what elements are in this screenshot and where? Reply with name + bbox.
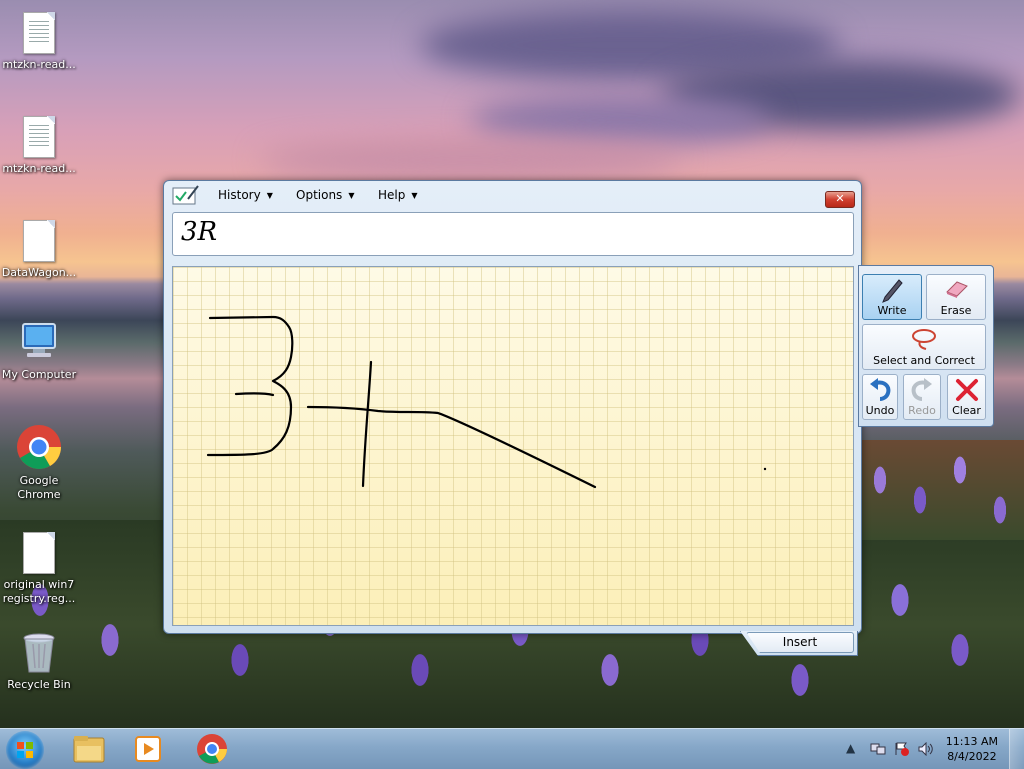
desktop-icon-label: My Computer xyxy=(1,368,77,381)
redo-label: Redo xyxy=(908,404,936,417)
menu-history[interactable]: History ▼ xyxy=(218,188,273,202)
desktop-icon-file-1[interactable]: mtzkn-read... xyxy=(0,12,78,72)
select-correct-label: Select and Correct xyxy=(873,354,975,367)
menu-options[interactable]: Options ▼ xyxy=(296,188,354,202)
clear-button[interactable]: Clear xyxy=(947,374,986,420)
select-correct-button[interactable]: Select and Correct xyxy=(862,324,986,370)
file-explorer-icon xyxy=(73,736,105,763)
desktop-icon-recycle-bin[interactable]: Recycle Bin xyxy=(0,632,78,692)
recognized-expression: 3R xyxy=(181,217,218,247)
redo-button[interactable]: Redo xyxy=(903,374,941,420)
desktop-icon-file-2[interactable]: mtzkn-read... xyxy=(0,116,78,176)
recognition-preview: 3R xyxy=(172,212,854,256)
tool-panel: Write Erase Select and Correct Undo Redo xyxy=(858,265,994,427)
redo-icon xyxy=(911,378,932,401)
close-icon: ✕ xyxy=(835,192,845,205)
close-button[interactable]: ✕ xyxy=(825,191,855,208)
ink-stroke-horizontal xyxy=(306,405,597,489)
undo-icon xyxy=(870,378,891,401)
computer-icon xyxy=(17,322,61,364)
handwriting-ink xyxy=(206,315,767,489)
windows-logo-icon xyxy=(17,742,33,758)
ink-stroke-3 xyxy=(206,315,294,457)
taskbar-media-player[interactable] xyxy=(124,732,174,766)
start-button[interactable] xyxy=(6,731,44,769)
desktop-icon-chrome[interactable]: Google Chrome xyxy=(0,424,78,502)
write-label: Write xyxy=(877,304,907,317)
text-file-icon xyxy=(23,12,55,54)
clock[interactable]: 11:13 AM 8/4/2022 xyxy=(946,734,998,764)
clock-time: 11:13 AM xyxy=(945,735,998,748)
ink-stroke-vertical xyxy=(361,360,373,488)
menu-help-label: Help xyxy=(378,188,406,202)
chevron-down-icon: ▼ xyxy=(348,191,355,200)
flower-field-right xyxy=(860,440,1024,540)
desktop-icon-label: original win7 registry.reg... xyxy=(2,578,76,605)
desktop-icon-label: Recycle Bin xyxy=(7,678,71,691)
recycle-bin-icon xyxy=(21,632,57,674)
show-desktop-button[interactable] xyxy=(1009,729,1024,769)
insert-button[interactable]: Insert xyxy=(746,632,854,653)
chrome-icon xyxy=(16,424,62,470)
chrome-icon xyxy=(197,734,227,764)
clear-x-icon xyxy=(955,379,978,401)
system-tray: ▲ 11:13 AM 8/4/2022 xyxy=(834,729,1024,769)
blank-file-icon xyxy=(23,220,55,262)
undo-button[interactable]: Undo xyxy=(862,374,898,420)
taskbar: ▲ 11:13 AM 8/4/2022 xyxy=(0,728,1024,769)
pen-icon xyxy=(882,279,903,303)
taskbar-file-explorer[interactable] xyxy=(64,732,114,766)
taskbar-chrome[interactable] xyxy=(186,732,236,766)
eraser-icon xyxy=(946,281,968,298)
lasso-icon xyxy=(912,329,936,350)
chevron-down-icon: ▼ xyxy=(266,191,273,200)
math-panel-app-icon xyxy=(172,184,200,209)
show-hidden-icons-icon[interactable]: ▲ xyxy=(846,741,855,755)
erase-label: Erase xyxy=(940,304,972,317)
network-icon[interactable] xyxy=(870,742,886,759)
volume-icon[interactable] xyxy=(918,741,934,759)
math-input-panel-window: History ▼ Options ▼ Help ▼ ✕ 3R xyxy=(163,180,862,634)
menu-options-label: Options xyxy=(296,188,343,202)
ink-dot xyxy=(763,467,767,471)
desktop-icon-label: mtzkn-read... xyxy=(2,58,76,71)
action-center-flag-icon[interactable] xyxy=(894,742,910,759)
clear-label: Clear xyxy=(952,404,981,417)
blank-file-icon xyxy=(23,532,55,574)
clock-date: 8/4/2022 xyxy=(947,750,997,763)
text-file-icon xyxy=(23,116,55,158)
media-player-icon xyxy=(135,736,161,762)
desktop-icon-registry[interactable]: original win7 registry.reg... xyxy=(0,532,78,606)
chevron-down-icon: ▼ xyxy=(411,191,418,200)
desktop-icon-label: DataWagon... xyxy=(1,266,77,279)
menu-help[interactable]: Help ▼ xyxy=(378,188,418,202)
menu-bar: History ▼ Options ▼ Help ▼ ✕ xyxy=(164,181,861,211)
desktop-icon-label: mtzkn-read... xyxy=(2,162,76,175)
desktop-icon-label: Google Chrome xyxy=(17,474,61,501)
desktop-icon-datawagon[interactable]: DataWagon... xyxy=(0,220,78,280)
menu-history-label: History xyxy=(218,188,261,202)
write-button[interactable]: Write xyxy=(862,274,922,320)
desktop-icon-my-computer[interactable]: My Computer xyxy=(0,322,78,382)
writing-area[interactable] xyxy=(172,266,854,626)
ink-stroke-3-middle xyxy=(234,392,275,397)
undo-label: Undo xyxy=(865,404,895,417)
erase-button[interactable]: Erase xyxy=(926,274,986,320)
